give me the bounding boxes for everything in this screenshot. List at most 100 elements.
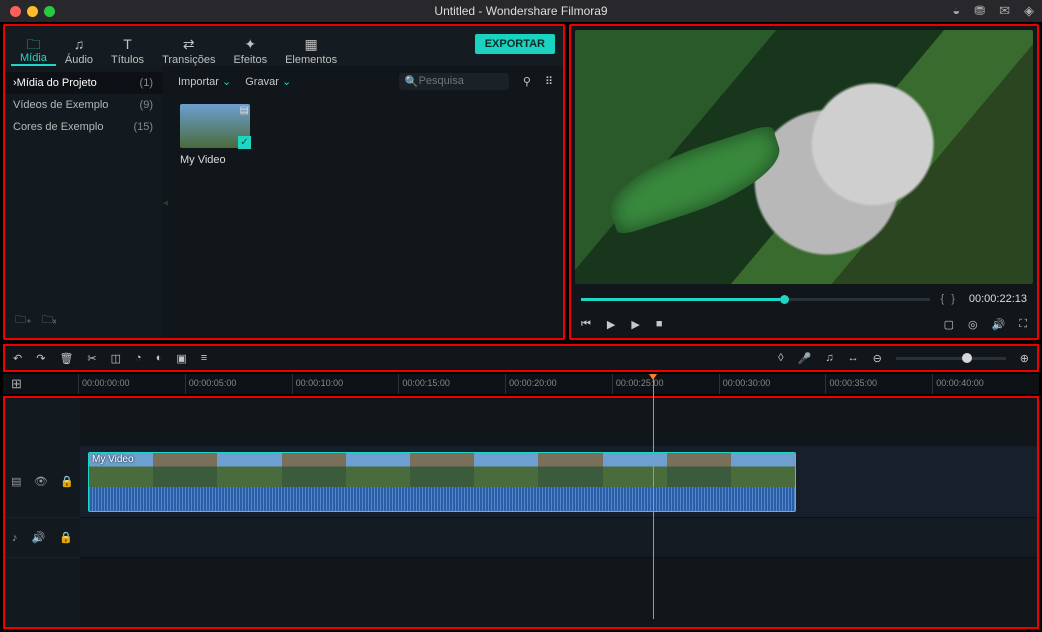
category-sample-colors[interactable]: Cores de Exemplo (15) <box>5 116 163 138</box>
filmstrip-icon: ▤ <box>240 105 249 116</box>
mute-icon[interactable]: 🔊 <box>32 531 46 544</box>
video-track[interactable]: My Video <box>80 446 1037 518</box>
track-headers: ▤ 👁 🔒 ♪ 🔊 🔒 <box>5 398 80 627</box>
add-track-icon[interactable]: ⊞ <box>11 376 22 391</box>
fullscreen-icon[interactable]: ⛶ <box>1019 318 1027 331</box>
minimize-window[interactable] <box>27 6 38 17</box>
timeline-toolbar: ↶ ↷ 🗑 ✂ ◫ ◔ ◐ ▣ ≡ ◊ 🎤 ♫ ↔ ⊖ ⊕ <box>3 344 1039 372</box>
preview-viewport[interactable] <box>575 30 1033 284</box>
music-icon: ♪ <box>12 532 18 544</box>
ruler-tick: 00:00:30:00 <box>719 374 826 394</box>
titlebar-actions: ◒ ⛃ ✉ ◈ <box>952 3 1034 19</box>
clip-waveform <box>89 487 795 512</box>
check-icon: ✓ <box>238 136 251 149</box>
tab-label: Elementos <box>285 54 337 66</box>
tab-transitions[interactable]: ⇄ Transições <box>153 36 224 66</box>
new-folder-icon[interactable]: 🗀₊ <box>15 311 32 330</box>
tab-label: Transições <box>162 54 215 66</box>
audio-track-header: ♪ 🔊 🔒 <box>5 518 80 558</box>
tracks-area[interactable]: My Video <box>80 398 1037 627</box>
quality-icon[interactable]: ▢ <box>944 318 954 331</box>
zoom-slider[interactable] <box>896 357 1006 360</box>
marker-icon[interactable]: ◊ <box>778 352 783 364</box>
media-clip[interactable]: ▤ ✓ My Video <box>180 104 250 166</box>
timeline-ruler[interactable]: ⊞ 00:00:00:0000:00:05:0000:00:10:0000:00… <box>3 374 1039 394</box>
ruler-tick: 00:00:25:00 <box>612 374 719 394</box>
notification-icon[interactable]: ◈ <box>1024 3 1034 19</box>
prev-frame-icon[interactable]: ⏮ <box>581 318 591 331</box>
playhead[interactable] <box>653 374 654 619</box>
scrubber-handle[interactable] <box>780 295 789 304</box>
tab-label: Áudio <box>65 54 93 66</box>
ruler-tick: 00:00:10:00 <box>292 374 399 394</box>
grid-icon: ▦ <box>304 36 317 52</box>
zoom-handle[interactable] <box>962 353 972 363</box>
category-label: Cores de Exemplo <box>13 121 104 133</box>
speed-icon[interactable]: ◔ <box>135 352 142 364</box>
user-icon[interactable]: ◒ <box>952 3 960 19</box>
category-count: (9) <box>140 99 153 111</box>
volume-icon[interactable]: 🔊 <box>992 318 1006 331</box>
tab-titles[interactable]: T Títulos <box>102 36 153 66</box>
search-input[interactable] <box>419 75 499 87</box>
timeline-clip[interactable]: My Video <box>88 452 796 512</box>
play-forward-icon[interactable]: ▶ <box>631 318 639 331</box>
decorative <box>600 124 790 237</box>
chevron-down-icon: ⌄ <box>222 76 231 88</box>
filter-icon[interactable]: ⚲ <box>523 75 531 88</box>
fit-icon[interactable]: ↔ <box>848 352 859 364</box>
import-menu[interactable]: Importar ⌄ <box>178 75 231 88</box>
category-sample-videos[interactable]: Vídeos de Exemplo (9) <box>5 94 163 116</box>
category-label: Mídia do Projeto <box>17 77 97 89</box>
close-window[interactable] <box>10 6 21 17</box>
category-count: (15) <box>133 121 153 133</box>
media-toolbar: Importar ⌄ Gravar ⌄ 🔍 ⚲ ⠿ <box>168 66 563 96</box>
media-panel: 🗀 Mídia ♫ Áudio T Títulos ⇄ Transições ✦ <box>3 24 565 340</box>
play-icon[interactable]: ▶ <box>607 318 615 331</box>
ruler-tick: 00:00:40:00 <box>932 374 1039 394</box>
stop-icon[interactable]: ■ <box>656 318 663 330</box>
scrubber-track[interactable] <box>581 298 930 301</box>
category-count: (1) <box>140 77 153 89</box>
record-menu[interactable]: Gravar ⌄ <box>245 75 291 88</box>
snapshot-icon[interactable]: ◎ <box>968 318 978 331</box>
export-button[interactable]: EXPORTAR <box>475 34 555 54</box>
search-box[interactable]: 🔍 <box>399 73 509 90</box>
ruler-tick: 00:00:15:00 <box>398 374 505 394</box>
color-icon[interactable]: ◐ <box>156 352 163 364</box>
window-controls <box>0 6 55 17</box>
in-out-markers[interactable]: { } <box>940 293 956 305</box>
undo-icon[interactable]: ↶ <box>13 352 22 365</box>
maximize-window[interactable] <box>44 6 55 17</box>
preview-scrubber: { } 00:00:22:13 <box>571 288 1037 310</box>
audio-track[interactable] <box>80 518 1037 558</box>
sparkle-icon: ✦ <box>244 36 256 52</box>
tab-media[interactable]: 🗀 Mídia <box>11 34 56 66</box>
mail-icon[interactable]: ✉ <box>999 3 1010 19</box>
adjust-icon[interactable]: ≡ <box>201 352 207 364</box>
delete-folder-icon[interactable]: 🗀ₓ <box>42 311 57 330</box>
tab-audio[interactable]: ♫ Áudio <box>56 36 102 66</box>
mic-icon[interactable]: 🎤 <box>798 352 812 365</box>
tab-effects[interactable]: ✦ Efeitos <box>224 36 276 66</box>
media-grid: ▤ ✓ My Video <box>168 96 563 338</box>
zoom-in-icon[interactable]: ⊕ <box>1020 352 1029 365</box>
cut-icon[interactable]: ✂ <box>87 352 96 365</box>
lock-icon[interactable]: 🔒 <box>60 475 74 488</box>
delete-icon[interactable]: 🗑 <box>59 352 73 365</box>
tab-elements[interactable]: ▦ Elementos <box>276 36 346 66</box>
cart-icon[interactable]: ⛃ <box>974 3 985 19</box>
view-grid-icon[interactable]: ⠿ <box>545 75 553 88</box>
ruler-tick: 00:00:20:00 <box>505 374 612 394</box>
mixer-icon[interactable]: ♫ <box>825 352 833 364</box>
redo-icon[interactable]: ↷ <box>36 352 45 365</box>
crop-icon[interactable]: ◫ <box>111 352 121 365</box>
category-project-media[interactable]: ›Mídia do Projeto (1) <box>5 72 163 94</box>
greenscreen-icon[interactable]: ▣ <box>176 352 186 365</box>
zoom-out-icon[interactable]: ⊖ <box>873 352 882 365</box>
tab-label: Títulos <box>111 54 144 66</box>
category-list: ›Mídia do Projeto (1) Vídeos de Exemplo … <box>5 66 163 338</box>
visibility-icon[interactable]: 👁 <box>34 475 48 488</box>
lock-icon[interactable]: 🔒 <box>59 531 73 544</box>
transition-icon: ⇄ <box>183 36 195 52</box>
